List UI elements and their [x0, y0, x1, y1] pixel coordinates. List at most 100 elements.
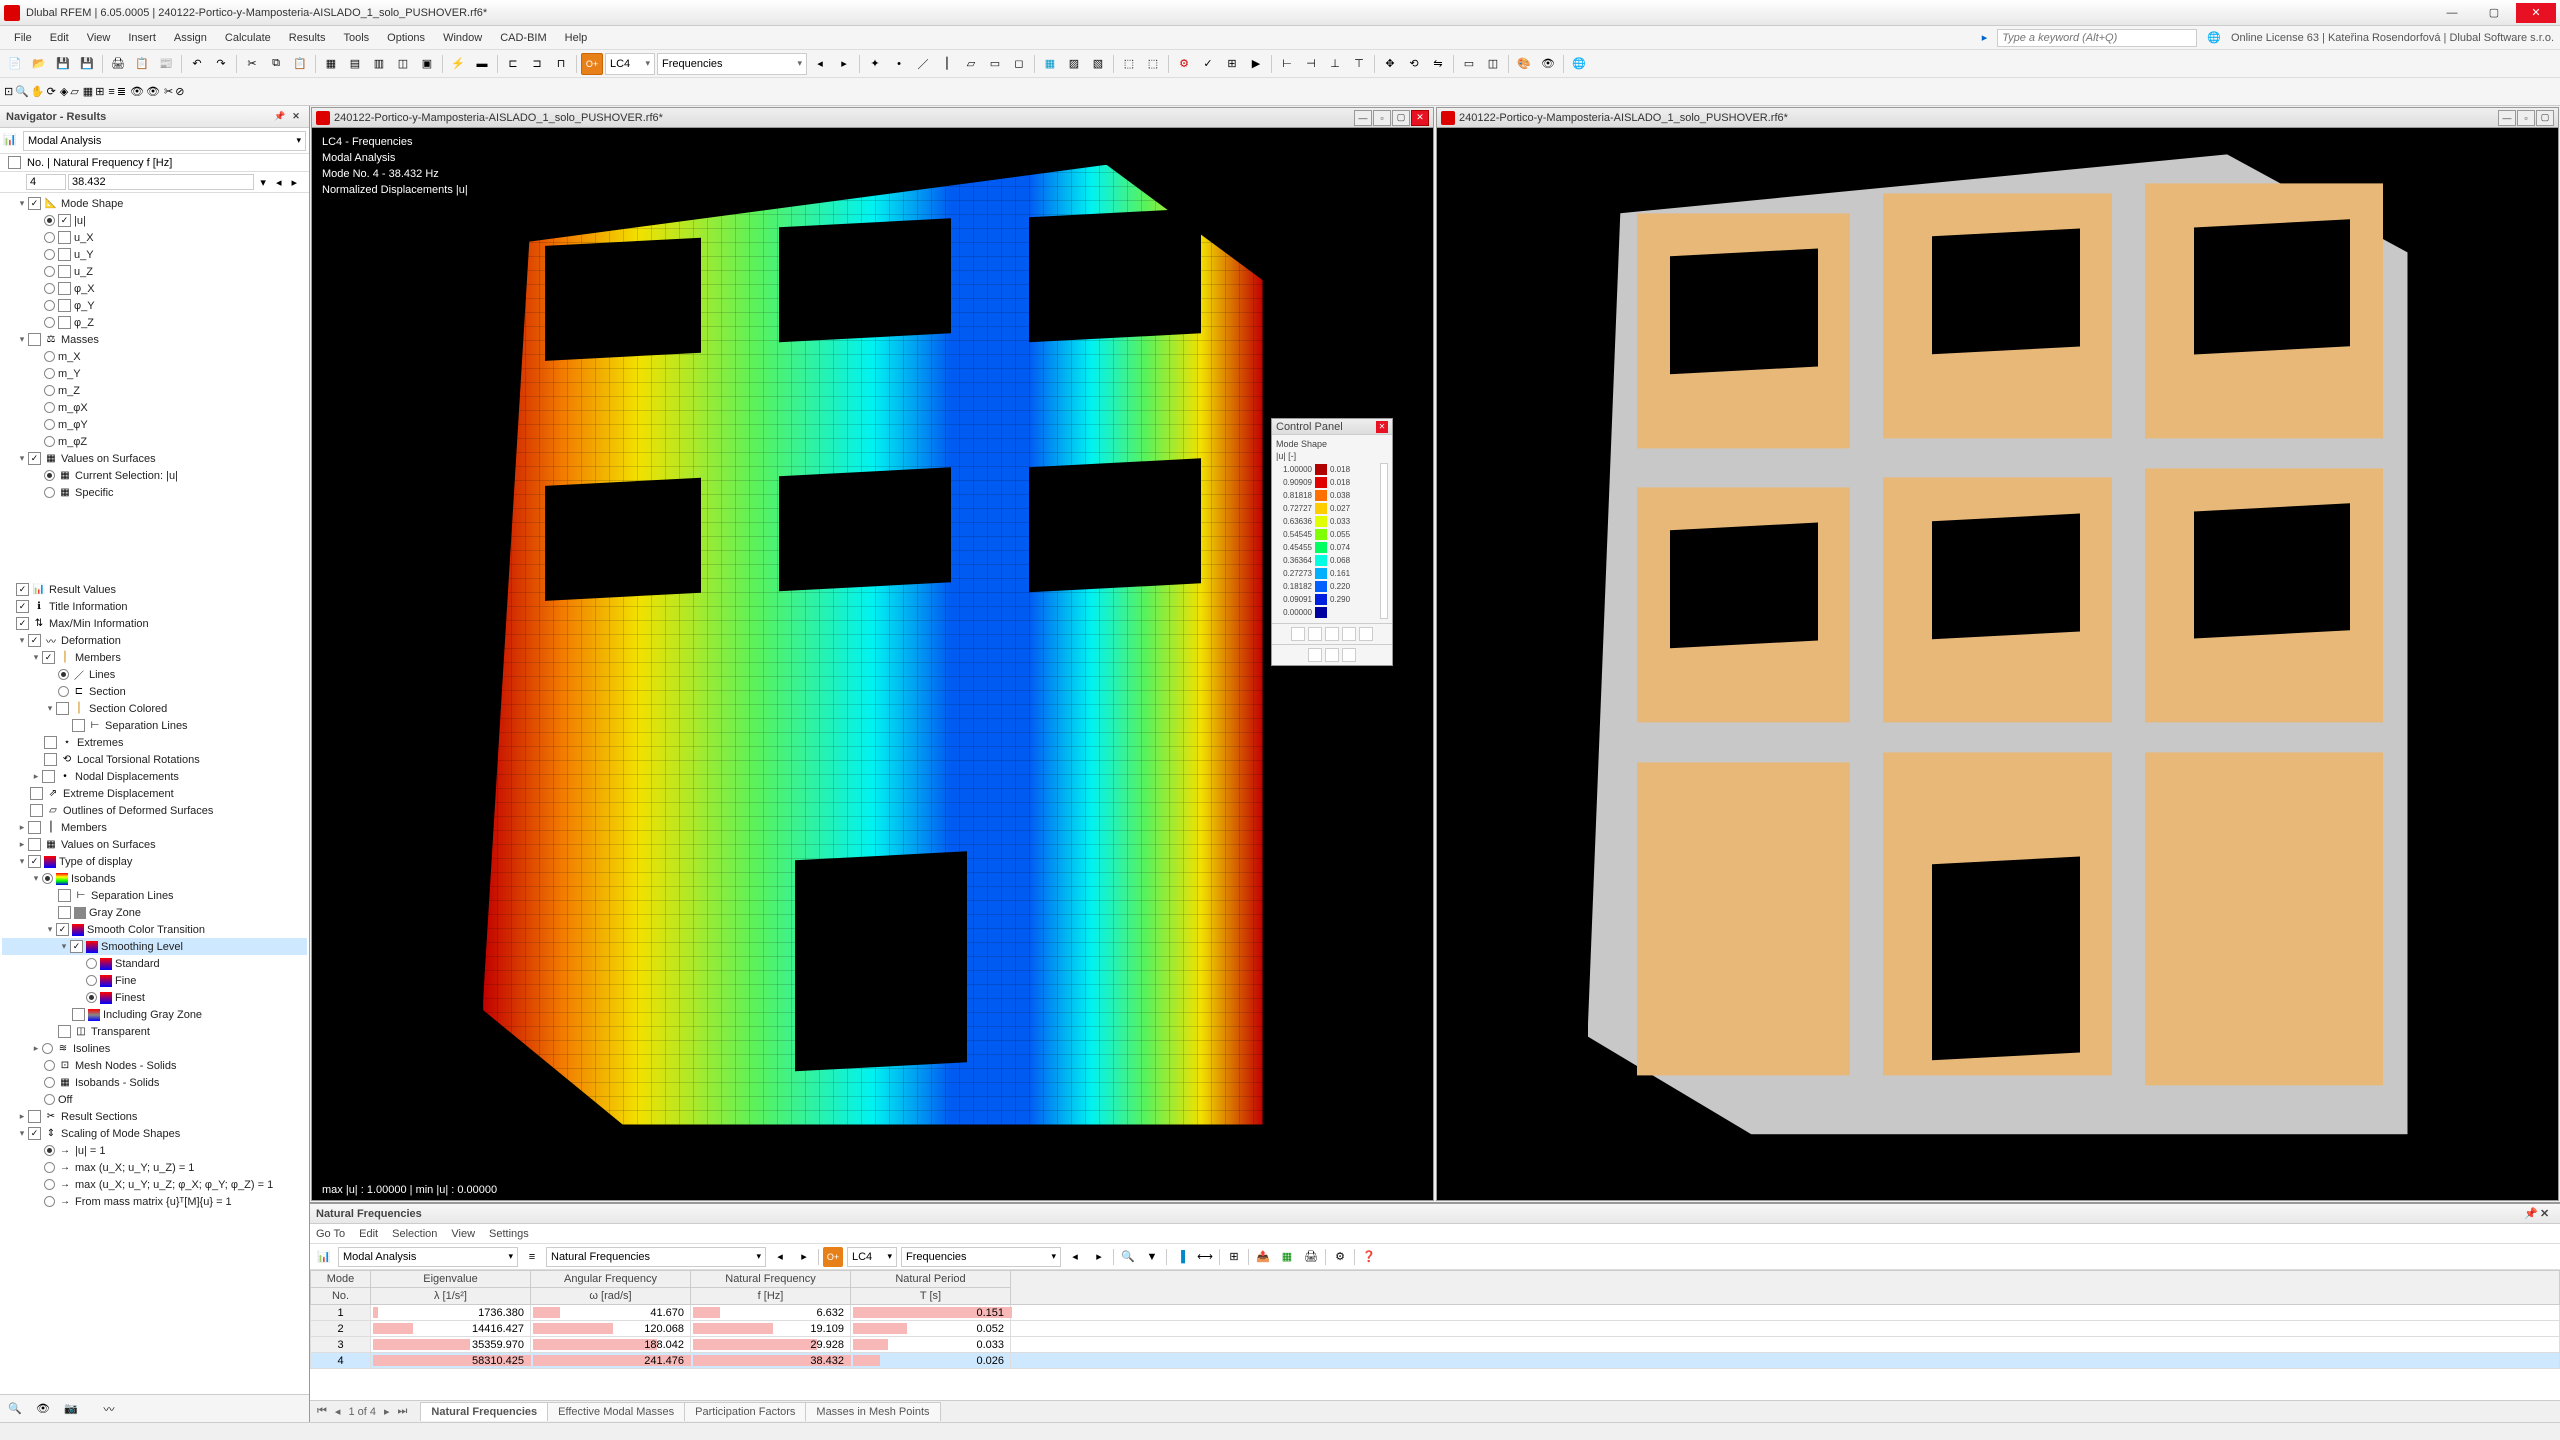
bp-goto[interactable]: Go To — [316, 1228, 345, 1240]
print-icon[interactable]: 🖨 — [107, 53, 129, 75]
bp-bar-icon[interactable]: ▐ — [1171, 1247, 1191, 1267]
dim4-icon[interactable]: ⊤ — [1348, 53, 1370, 75]
snapleft-icon[interactable]: ⊏ — [502, 53, 524, 75]
calc2-icon[interactable]: ▶ — [1245, 53, 1267, 75]
bp-prevpg-icon[interactable]: ◂ — [332, 1405, 344, 1418]
bp-print-icon[interactable]: 🖨 — [1301, 1247, 1321, 1267]
view-max-icon[interactable]: ▢ — [2536, 110, 2554, 126]
mirror-icon[interactable]: ⇋ — [1427, 53, 1449, 75]
move-icon[interactable]: ✥ — [1379, 53, 1401, 75]
bp-first-icon[interactable]: ⏮ — [314, 1405, 330, 1418]
cp-bbtn2-icon[interactable] — [1325, 648, 1339, 662]
grid2-icon[interactable]: ▥ — [368, 53, 390, 75]
report-icon[interactable]: 📋 — [131, 53, 153, 75]
view-close-icon[interactable]: ✕ — [1411, 110, 1429, 126]
dim2-icon[interactable]: ⊣ — [1300, 53, 1322, 75]
filter-icon[interactable]: ▬ — [471, 53, 493, 75]
freq-check[interactable] — [8, 156, 21, 169]
workplane-icon[interactable]: ▦ — [320, 53, 342, 75]
visibilities-icon[interactable]: 👁 — [1537, 53, 1559, 75]
grid3-icon[interactable]: ◫ — [392, 53, 414, 75]
display-icon[interactable]: ▦ — [1039, 53, 1061, 75]
menu-file[interactable]: File — [6, 29, 40, 47]
nav-btm-2-icon[interactable]: 👁 — [32, 1398, 54, 1420]
visibility2-icon[interactable]: 👁 — [146, 85, 160, 98]
section-icon[interactable]: ⊘ — [175, 85, 184, 98]
bottom-grid[interactable]: Mode Eigenvalue Angular Frequency Natura… — [310, 1270, 2560, 1400]
rotate-icon[interactable]: ⟲ — [1403, 53, 1425, 75]
rotate3d-icon[interactable]: ⟳ — [47, 85, 56, 98]
bp-combo2[interactable]: Natural Frequencies — [546, 1247, 766, 1267]
results-toggle[interactable]: O+ — [581, 53, 603, 75]
ctrlpanel-close-icon[interactable]: ✕ — [1376, 421, 1388, 433]
view-min-icon[interactable]: — — [1354, 110, 1372, 126]
view-y-icon[interactable]: ⬚ — [1142, 53, 1164, 75]
dim3-icon[interactable]: ⊥ — [1324, 53, 1346, 75]
view-x-icon[interactable]: ⬚ — [1118, 53, 1140, 75]
cp-bbtn1-icon[interactable] — [1308, 648, 1322, 662]
bp-last-icon[interactable]: ⏭ — [395, 1405, 411, 1418]
bp-filter-icon[interactable]: ▼ — [1142, 1247, 1162, 1267]
opening-icon[interactable]: ◻ — [1008, 53, 1030, 75]
dim1-icon[interactable]: ⊢ — [1276, 53, 1298, 75]
viewport-left[interactable]: LC4 - Frequencies Modal Analysis Mode No… — [312, 128, 1433, 1200]
units-icon[interactable]: ⚡ — [447, 53, 469, 75]
gridsnap-icon[interactable]: ⊞ — [95, 85, 104, 98]
cp-btn1-icon[interactable] — [1291, 627, 1305, 641]
menu-cadbim[interactable]: CAD-BIM — [492, 29, 554, 47]
uz-radio[interactable] — [44, 266, 55, 277]
menu-view[interactable]: View — [79, 29, 119, 47]
nav-btm-4-icon[interactable]: 〰 — [98, 1398, 120, 1420]
bp-view[interactable]: View — [451, 1228, 475, 1240]
close-button[interactable]: ✕ — [2516, 3, 2556, 23]
tab-masses-mesh-points[interactable]: Masses in Mesh Points — [805, 1402, 940, 1421]
mode-freq-input[interactable] — [68, 174, 254, 190]
bp-find-icon[interactable]: 🔍 — [1118, 1247, 1138, 1267]
zoom-win-icon[interactable]: 🔍 — [15, 85, 29, 98]
calc-icon[interactable]: ⚙ — [1173, 53, 1195, 75]
menu-calculate[interactable]: Calculate — [217, 29, 279, 47]
bp-close-icon[interactable]: ✕ — [2540, 1207, 2554, 1220]
bp-settings-icon[interactable]: ⚙ — [1330, 1247, 1350, 1267]
bp-prev-icon[interactable]: ◂ — [770, 1247, 790, 1267]
new-icon[interactable]: 📄 — [4, 53, 26, 75]
nav-close-icon[interactable]: ✕ — [289, 110, 303, 124]
menu-assign[interactable]: Assign — [166, 29, 215, 47]
layer-icon[interactable]: ≡ — [108, 86, 114, 98]
bp-settings[interactable]: Settings — [489, 1228, 529, 1240]
bp-combo3[interactable]: LC4 — [847, 1247, 897, 1267]
tab-participation-factors[interactable]: Participation Factors — [684, 1402, 806, 1421]
keyword-search-input[interactable] — [1997, 29, 2197, 47]
render-icon[interactable]: ▨ — [1063, 53, 1085, 75]
uy-radio[interactable] — [44, 249, 55, 260]
saveall-icon[interactable]: 💾 — [76, 53, 98, 75]
open-icon[interactable]: 📂 — [28, 53, 50, 75]
cp-bbtn3-icon[interactable] — [1342, 648, 1356, 662]
zoom-all-icon[interactable]: ⊡ — [4, 85, 13, 98]
bp-help-icon[interactable]: ❓ — [1359, 1247, 1379, 1267]
bp-table-icon[interactable]: ⊞ — [1224, 1247, 1244, 1267]
bp-combo4[interactable]: Frequencies — [901, 1247, 1061, 1267]
nav-pin-icon[interactable]: 📌 — [273, 110, 287, 124]
bp-selection[interactable]: Selection — [392, 1228, 437, 1240]
loadcase-combo[interactable]: LC4 — [605, 53, 655, 75]
viewport-right[interactable] — [1437, 128, 2558, 1200]
paste-icon[interactable]: 📋 — [289, 53, 311, 75]
loadtype-combo[interactable]: Frequencies — [657, 53, 807, 75]
bp-combo1[interactable]: Modal Analysis — [338, 1247, 518, 1267]
nav-btm-3-icon[interactable]: 📷 — [60, 1398, 82, 1420]
menu-help[interactable]: Help — [557, 29, 596, 47]
bp-results-toggle[interactable]: O+ — [823, 1247, 843, 1267]
nav-analysis-combo[interactable]: Modal Analysis — [23, 131, 306, 151]
line-icon[interactable]: ／ — [912, 53, 934, 75]
redo-icon[interactable]: ↷ — [210, 53, 232, 75]
bp-pin-icon[interactable]: 📌 — [2524, 1207, 2538, 1220]
freq-prev-icon[interactable]: ◂ — [272, 176, 286, 189]
mode-no-input[interactable] — [26, 174, 66, 190]
select-icon[interactable]: ▭ — [1458, 53, 1480, 75]
menu-options[interactable]: Options — [379, 29, 433, 47]
surface-icon[interactable]: ▱ — [960, 53, 982, 75]
cp-btn5-icon[interactable] — [1359, 627, 1373, 641]
mode-shape-check[interactable]: ✓ — [28, 197, 41, 210]
node-icon[interactable]: • — [888, 53, 910, 75]
